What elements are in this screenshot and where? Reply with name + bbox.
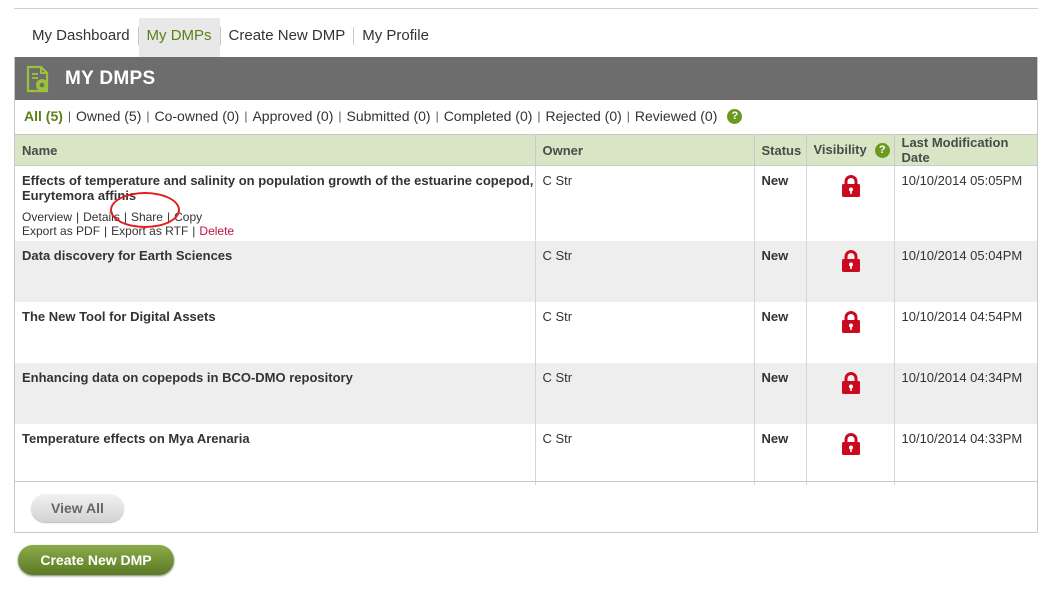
create-new-dmp-button[interactable]: Create New DMP (18, 545, 174, 575)
lock-icon (841, 372, 860, 394)
tab-create-new-dmp[interactable]: Create New DMP (221, 18, 354, 58)
column-header-owner[interactable]: Owner (535, 134, 755, 166)
visibility-cell (806, 165, 895, 241)
table-row: The New Tool for Digital Assets C Str Ne… (15, 302, 1037, 363)
table-row: Data discovery for Earth Sciences C Str … (15, 241, 1037, 302)
table-row: Temperature effects on Mya Arenaria C St… (15, 424, 1037, 485)
page-title: MY DMPS (65, 67, 156, 89)
date-cell: 10/10/2014 04:54PM (901, 309, 1023, 324)
name-cell: Data discovery for Earth Sciences (15, 241, 536, 302)
filter-completed[interactable]: Completed (0) (444, 108, 533, 124)
filter-reviewed[interactable]: Reviewed (0) (635, 108, 717, 124)
filter-rejected[interactable]: Rejected (0) (546, 108, 622, 124)
help-icon[interactable]: ? (874, 142, 890, 158)
visibility-cell (806, 302, 895, 363)
dmp-panel: MY DMPS All (5) | Owned (5) | Co-owned (… (14, 57, 1038, 533)
table-footer: View All (15, 481, 1037, 533)
action-divider: | (192, 224, 196, 238)
filter-divider: | (67, 109, 72, 123)
column-header-status[interactable]: Status (754, 134, 807, 166)
delete-link[interactable]: Delete (199, 224, 234, 238)
overview-link[interactable]: Overview (22, 210, 72, 224)
visibility-cell (806, 363, 895, 424)
dmp-title[interactable]: Enhancing data on copepods in BCO-DMO re… (22, 370, 535, 385)
action-divider: | (104, 224, 108, 238)
filter-divider: | (626, 109, 630, 123)
column-header-date[interactable]: Last Modification Date (894, 134, 1037, 166)
panel-header: MY DMPS (15, 57, 1037, 100)
tab-my-dashboard[interactable]: My Dashboard (24, 18, 138, 58)
dmp-title[interactable]: The New Tool for Digital Assets (22, 309, 535, 324)
filter-divider: | (244, 109, 248, 123)
date-cell: 10/10/2014 05:05PM (901, 173, 1023, 188)
filter-all[interactable]: All (5) (24, 108, 63, 124)
filter-divider: | (435, 109, 439, 123)
column-header-visibility-label: Visibility (813, 142, 867, 158)
status-cell: New (754, 241, 807, 302)
row-actions: Overview | Details | Share | Copy Export as PD… (22, 210, 535, 238)
tab-my-dmps[interactable]: My DMPs (138, 18, 220, 58)
lock-icon (841, 433, 860, 455)
dmp-table: Name Owner Status Visibility? Last Modif… (15, 134, 1037, 485)
status-cell: New (754, 363, 807, 424)
name-cell: Temperature effects on Mya Arenaria (15, 424, 536, 485)
view-all-button[interactable]: View All (31, 494, 124, 522)
filter-bar: All (5) | Owned (5) | Co-owned (0) | App… (15, 102, 1037, 130)
owner-cell: C Str (535, 302, 755, 363)
table-row: Enhancing data on copepods in BCO-DMO re… (15, 363, 1037, 424)
visibility-cell (806, 424, 895, 485)
name-cell: Effects of temperature and salinity on p… (15, 165, 536, 241)
filter-submitted[interactable]: Submitted (0) (347, 108, 431, 124)
name-cell: Enhancing data on copepods in BCO-DMO re… (15, 363, 536, 424)
filter-divider: | (537, 109, 541, 123)
owner-cell: C Str (535, 165, 755, 241)
lock-icon (841, 175, 860, 197)
lock-icon (841, 311, 860, 333)
top-divider (14, 8, 1038, 9)
visibility-cell (806, 241, 895, 302)
status-cell: New (754, 165, 807, 241)
dmp-title[interactable]: Effects of temperature and salinity on p… (22, 173, 535, 203)
action-divider: | (166, 210, 171, 224)
date-cell: 10/10/2014 05:04PM (894, 241, 1037, 302)
filter-divider: | (338, 109, 342, 123)
date-cell: 10/10/2014 04:34PM (894, 363, 1037, 424)
owner-cell: C Str (535, 424, 755, 485)
help-icon[interactable]: ? (727, 108, 743, 124)
column-header-name[interactable]: Name (15, 134, 536, 166)
lock-icon (841, 250, 860, 272)
owner-cell: C Str (535, 363, 755, 424)
export-pdf-link[interactable]: Export as PDF (22, 224, 100, 238)
status-cell: New (754, 302, 807, 363)
share-link[interactable]: Share (131, 210, 163, 224)
tab-my-profile[interactable]: My Profile (354, 18, 437, 58)
dmp-title[interactable]: Data discovery for Earth Sciences (22, 248, 535, 263)
owner-cell: C Str (535, 241, 755, 302)
column-header-visibility[interactable]: Visibility? (806, 134, 895, 166)
copy-link[interactable]: Copy (174, 210, 202, 224)
filter-divider: | (146, 109, 150, 123)
filter-co-owned[interactable]: Co-owned (0) (155, 108, 240, 124)
name-cell: The New Tool for Digital Assets (15, 302, 536, 363)
date-cell: 10/10/2014 04:33PM (901, 431, 1023, 446)
table-row: Effects of temperature and salinity on p… (15, 165, 1037, 241)
dmp-title[interactable]: Temperature effects on Mya Arenaria (22, 431, 535, 446)
filter-approved[interactable]: Approved (0) (252, 108, 333, 124)
details-link[interactable]: Details (83, 210, 120, 224)
status-cell: New (754, 424, 807, 485)
table-header-row: Name Owner Status Visibility? Last Modif… (15, 134, 1037, 166)
action-divider: | (123, 210, 127, 224)
document-gear-icon (26, 65, 49, 92)
export-rtf-link[interactable]: Export as RTF (111, 224, 188, 238)
action-divider: | (76, 210, 80, 224)
main-nav: My Dashboard My DMPs Create New DMP My P… (24, 18, 437, 58)
filter-owned[interactable]: Owned (5) (76, 108, 141, 124)
